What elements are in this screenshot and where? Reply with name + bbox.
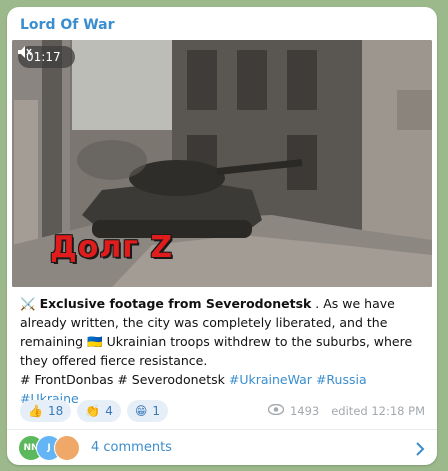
eye-icon <box>267 403 285 418</box>
view-count: 1493 <box>289 404 320 418</box>
hashtag-ukrainewar[interactable]: #UkraineWar <box>229 372 312 387</box>
plain-tags: # FrontDonbas # Severodonetsk <box>20 372 225 387</box>
comments-link[interactable]: NN J 4 comments <box>7 430 437 465</box>
comments-count[interactable]: 4 comments <box>91 440 172 455</box>
reaction-count: 1 <box>152 404 160 418</box>
message-headline: Exclusive footage from Severodonetsk <box>39 296 312 311</box>
reactions-bar: 👍 18 👏 4 😁 1 <box>20 400 168 422</box>
reaction-count: 18 <box>47 404 64 418</box>
channel-name[interactable]: Lord Of War <box>20 17 115 33</box>
edited-time: edited 12:18 PM <box>331 404 425 418</box>
message-meta: 1493 edited 12:18 PM <box>267 403 425 418</box>
reaction-grin[interactable]: 😁 1 <box>126 400 168 422</box>
message-card: Lord Of War 01:17 Долг Z ⚔️ Exclusive fo… <box>7 7 437 465</box>
video-overlay-caption: Долг Z <box>50 230 174 265</box>
message-text: ⚔️ Exclusive footage from Severodonetsk … <box>20 294 426 408</box>
commenter-avatars: NN J <box>18 434 88 461</box>
thumbs-up-icon: 👍 <box>28 404 43 418</box>
swords-icon: ⚔️ <box>20 296 36 311</box>
clap-icon: 👏 <box>85 404 101 418</box>
reaction-count: 4 <box>105 404 113 418</box>
video-player[interactable]: 01:17 Долг Z <box>12 40 432 287</box>
ukraine-flag-icon: 🇺🇦 <box>87 334 103 349</box>
grin-icon: 😁 <box>134 404 148 418</box>
hashtag-russia[interactable]: #Russia <box>316 372 367 387</box>
avatar <box>54 434 80 461</box>
reaction-clap[interactable]: 👏 4 <box>77 400 121 422</box>
reaction-thumbs-up[interactable]: 👍 18 <box>20 400 72 422</box>
duration-badge[interactable]: 01:17 <box>18 46 75 68</box>
chevron-right-icon[interactable] <box>416 441 425 460</box>
